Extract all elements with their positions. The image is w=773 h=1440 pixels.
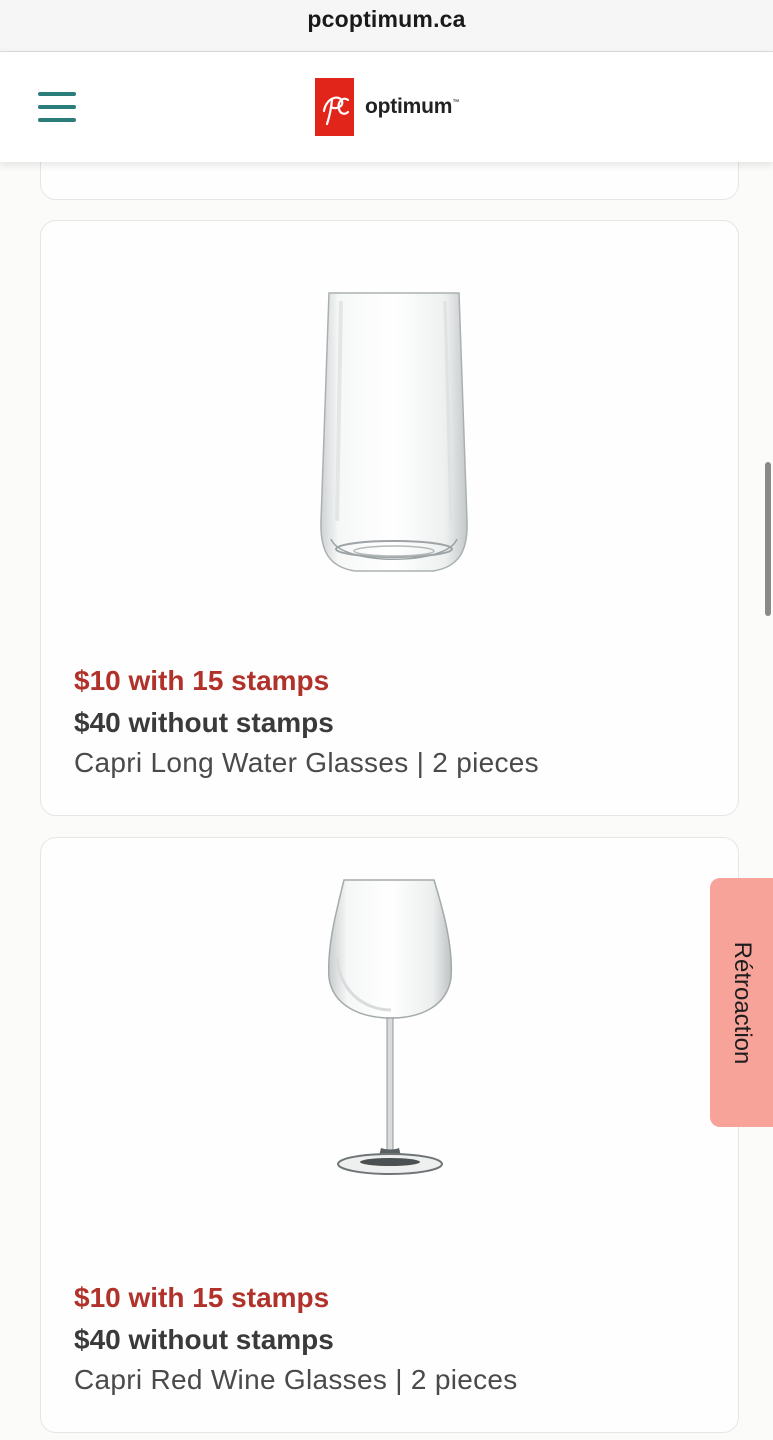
price-without-stamps: $40 without stamps <box>74 1324 334 1355</box>
scrollbar[interactable] <box>765 462 771 616</box>
browser-address-bar[interactable]: pcoptimum.ca <box>0 0 773 52</box>
feedback-button[interactable]: Rétroaction <box>710 878 773 1127</box>
pc-optimum-logo[interactable]: optimum™ <box>315 78 459 136</box>
logo-wordmark: optimum™ <box>365 95 460 118</box>
product-image[interactable] <box>41 221 738 621</box>
price-without-stamps: $40 without stamps <box>74 707 334 738</box>
wine-glass-icon <box>327 879 453 1175</box>
product-description: Capri Red Wine Glasses | 2 pieces <box>74 1364 518 1395</box>
water-glass-icon <box>320 292 468 572</box>
product-image[interactable] <box>41 838 738 1238</box>
product-card[interactable]: $10 with 15 stamps $40 without stamps Ca… <box>40 220 739 816</box>
pc-logo-icon <box>315 78 354 136</box>
product-card[interactable]: $10 with 15 stamps $40 without stamps Ca… <box>40 837 739 1433</box>
hamburger-menu-icon[interactable] <box>38 90 78 124</box>
site-header: optimum™ <box>0 52 773 162</box>
feedback-label: Rétroaction <box>728 941 756 1064</box>
product-description: Capri Long Water Glasses | 2 pieces <box>74 747 539 778</box>
url-text[interactable]: pcoptimum.ca <box>0 6 773 33</box>
price-with-stamps: $10 with 15 stamps <box>74 1282 330 1313</box>
price-with-stamps: $10 with 15 stamps <box>74 665 330 696</box>
